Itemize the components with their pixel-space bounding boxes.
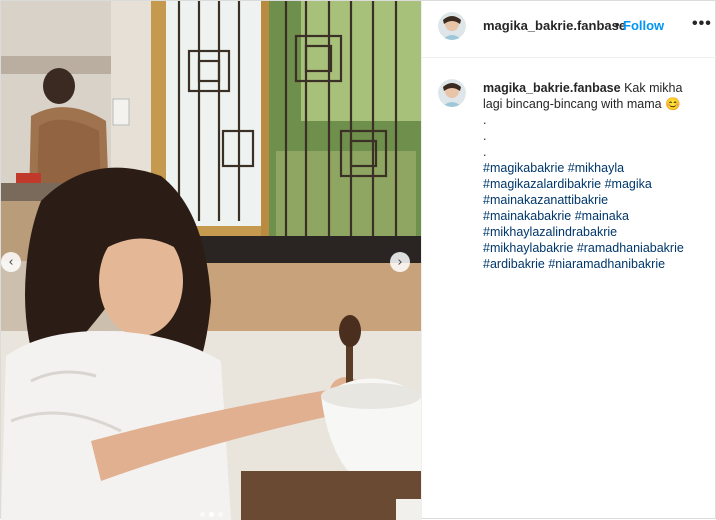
- chevron-left-icon: ‹: [8, 254, 14, 270]
- caption-username[interactable]: magika_bakrie.fanbase: [483, 81, 621, 95]
- caption-dot: .: [483, 113, 487, 127]
- hashtag-link[interactable]: #mainakabakrie: [483, 209, 571, 223]
- header-username[interactable]: magika_bakrie.fanbase: [483, 18, 626, 33]
- avatar[interactable]: [438, 12, 466, 40]
- hashtag-link[interactable]: #mainakazanattibakrie: [483, 193, 608, 207]
- carousel-dot-active: [208, 512, 214, 517]
- separator-dot: •: [615, 17, 620, 32]
- hashtag-link[interactable]: #niaramadhanibakrie: [548, 257, 665, 271]
- carousel-next-button[interactable]: ›: [390, 252, 410, 272]
- post-sidebar: magika_bakrie.fanbase • Follow ••• magik…: [421, 1, 716, 520]
- avatar-image: [438, 79, 466, 107]
- hashtag-link[interactable]: #ramadhaniabakrie: [577, 241, 684, 255]
- hashtag-link[interactable]: #mikhayla: [568, 161, 624, 175]
- instagram-post: ‹ › magika_bakrie.fanbase • Follow ••• m…: [0, 0, 716, 520]
- caption-dot: .: [483, 129, 487, 143]
- avatar-image: [438, 12, 466, 40]
- carousel-prev-button[interactable]: ‹: [1, 252, 21, 272]
- post-video[interactable]: ‹ ›: [1, 1, 421, 520]
- carousel-dot: [199, 512, 205, 517]
- chevron-right-icon: ›: [397, 254, 403, 270]
- hashtag-link[interactable]: #magikabakrie: [483, 161, 564, 175]
- carousel-indicator: [1, 512, 421, 517]
- post-caption: magika_bakrie.fanbase Kak mikha lagi bin…: [483, 80, 711, 272]
- hashtag-link[interactable]: #mikhaylabakrie: [483, 241, 573, 255]
- hashtag-link[interactable]: #mainaka: [575, 209, 629, 223]
- follow-button[interactable]: Follow: [623, 18, 664, 33]
- caption-dot: .: [483, 145, 487, 159]
- caption-text: lagi bincang-bincang with mama: [483, 97, 662, 111]
- smile-emoji-icon: 😊: [665, 97, 681, 111]
- hashtag-link[interactable]: #ardibakrie: [483, 257, 545, 271]
- carousel-dot: [217, 512, 223, 517]
- more-options-icon[interactable]: •••: [692, 15, 712, 33]
- caption-avatar[interactable]: [438, 79, 466, 107]
- video-frame-image: [1, 1, 421, 520]
- hashtag-link[interactable]: #magikazalardibakrie: [483, 177, 601, 191]
- caption-text: Kak mikha: [624, 81, 683, 95]
- hashtag-link[interactable]: #mikhaylazalindrabakrie: [483, 225, 617, 239]
- post-header: magika_bakrie.fanbase • Follow •••: [422, 1, 716, 58]
- hashtag-link[interactable]: #magika: [605, 177, 652, 191]
